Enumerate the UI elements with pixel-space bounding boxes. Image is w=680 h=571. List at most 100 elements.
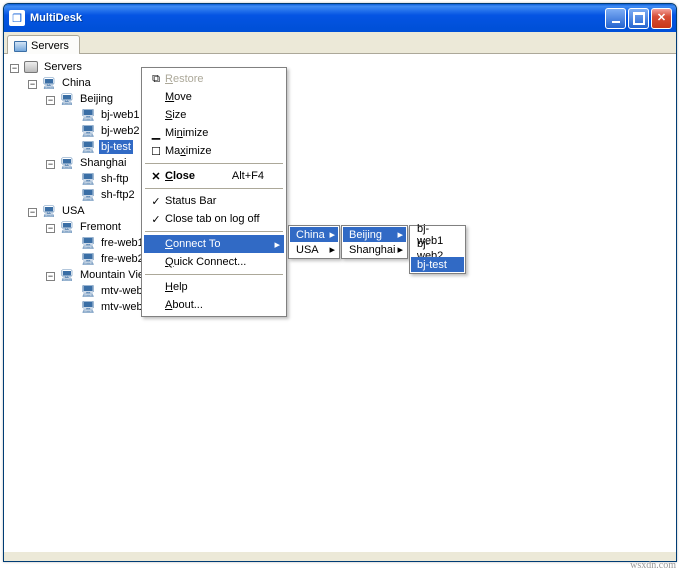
group-icon [59, 91, 75, 107]
menu-help[interactable]: Help [144, 278, 284, 296]
tree-label: Fremont [78, 220, 123, 234]
menu-status-bar[interactable]: ✓Status Bar [144, 192, 284, 210]
client-area: − Servers − China − Beijing bj-web1 bj-w… [4, 54, 676, 551]
tree-city[interactable]: − Shanghai [8, 155, 154, 171]
host-icon [80, 187, 96, 203]
tree-label: fre-web2 [99, 252, 146, 266]
collapse-icon[interactable]: − [10, 64, 19, 73]
tree-label: sh-ftp [99, 172, 131, 186]
menu-about[interactable]: About... [144, 296, 284, 314]
menu-minimize[interactable]: ▁Minimize [144, 124, 284, 142]
tree-label: bj-web1 [99, 108, 142, 122]
app-icon [9, 10, 25, 26]
submenu-arrow-icon: ▸ [397, 228, 403, 241]
host-icon [80, 123, 96, 139]
menu-connect-to[interactable]: Connect To▸ [144, 235, 284, 253]
submenu-item[interactable]: USA▸ [290, 242, 338, 257]
menu-size[interactable]: Size [144, 106, 284, 124]
maximize-icon: ☐ [147, 145, 165, 158]
host-icon [80, 139, 96, 155]
tree-city[interactable]: − Beijing [8, 91, 154, 107]
submenu-arrow-icon: ▸ [329, 243, 335, 256]
tree-host[interactable]: bj-web2 [8, 123, 154, 139]
minimize-icon: ▁ [147, 127, 165, 140]
tab-servers[interactable]: Servers [7, 35, 80, 54]
tree-country[interactable]: − China [8, 75, 154, 91]
hotkey: Alt+F4 [232, 170, 264, 182]
submenu-item[interactable]: bj-web2 [411, 242, 464, 257]
submenu-item[interactable]: Shanghai▸ [343, 242, 406, 257]
restore-icon: ⧉ [147, 73, 165, 86]
tree-host[interactable]: fre-web2 [8, 251, 154, 267]
bottom-border [4, 551, 676, 561]
maximize-button[interactable] [628, 8, 649, 29]
host-icon [80, 235, 96, 251]
submenu-host: bj-web1 bj-web2 bj-test [409, 225, 466, 274]
check-icon: ✓ [147, 213, 165, 226]
menu-move[interactable]: Move [144, 88, 284, 106]
tree-label: fre-web1 [99, 236, 146, 250]
window-buttons [605, 8, 672, 29]
submenu-city: Beijing▸ Shanghai▸ [341, 225, 408, 259]
menu-separator [145, 274, 283, 275]
group-icon [59, 155, 75, 171]
collapse-icon[interactable]: − [46, 160, 55, 169]
titlebar[interactable]: MultiDesk [4, 4, 676, 32]
tree-city[interactable]: − Fremont [8, 219, 154, 235]
tree-host[interactable]: bj-test [8, 139, 154, 155]
tree-host[interactable]: sh-ftp [8, 171, 154, 187]
close-button[interactable] [651, 8, 672, 29]
host-icon [80, 251, 96, 267]
menu-maximize[interactable]: ☐Maximize [144, 142, 284, 160]
collapse-icon[interactable]: − [46, 272, 55, 281]
app-window: MultiDesk Servers − Servers − China [3, 3, 677, 562]
menu-quick-connect[interactable]: Quick Connect... [144, 253, 284, 271]
submenu-arrow-icon: ▸ [397, 243, 403, 256]
menu-separator [145, 188, 283, 189]
tree-country[interactable]: − USA [8, 203, 154, 219]
context-menu: ⧉Restore Move Size ▁Minimize ☐Maximize ✕… [141, 67, 287, 317]
tree-label: Shanghai [78, 156, 129, 170]
close-icon: ✕ [147, 170, 165, 183]
collapse-icon[interactable]: − [46, 224, 55, 233]
menu-restore[interactable]: ⧉Restore [144, 70, 284, 88]
submenu-arrow-icon: ▸ [274, 238, 280, 251]
minimize-button[interactable] [605, 8, 626, 29]
host-icon [80, 107, 96, 123]
tree-root-label: Servers [42, 60, 84, 74]
servers-icon [14, 41, 27, 52]
tree-city[interactable]: − Mountain View [8, 267, 154, 283]
submenu-arrow-icon: ▸ [329, 228, 335, 241]
menu-close-tab-logoff[interactable]: ✓Close tab on log off [144, 210, 284, 228]
servers-root-icon [23, 59, 39, 75]
tree-label-selected: bj-test [99, 140, 133, 154]
group-icon [59, 267, 75, 283]
collapse-icon[interactable]: − [28, 80, 37, 89]
server-tree[interactable]: − Servers − China − Beijing bj-web1 bj-w… [8, 59, 154, 315]
tree-root[interactable]: − Servers [8, 59, 154, 75]
tree-label: China [60, 76, 93, 90]
group-icon [41, 75, 57, 91]
menu-separator [145, 163, 283, 164]
submenu-item[interactable]: China▸ [290, 227, 338, 242]
tree-host[interactable]: bj-web1 [8, 107, 154, 123]
check-icon: ✓ [147, 195, 165, 208]
collapse-icon[interactable]: − [46, 96, 55, 105]
host-icon [80, 283, 96, 299]
tree-host[interactable]: mtv-web2 [8, 299, 154, 315]
tree-host[interactable]: fre-web1 [8, 235, 154, 251]
host-icon [80, 171, 96, 187]
tree-host[interactable]: sh-ftp2 [8, 187, 154, 203]
tree-label: sh-ftp2 [99, 188, 137, 202]
tree-label: USA [60, 204, 87, 218]
tree-label: bj-web2 [99, 124, 142, 138]
submenu-item[interactable]: Beijing▸ [343, 227, 406, 242]
group-icon [41, 203, 57, 219]
menu-separator [145, 231, 283, 232]
menu-close[interactable]: ✕CloseAlt+F4 [144, 167, 284, 185]
tree-host[interactable]: mtv-web1 [8, 283, 154, 299]
tab-label: Servers [31, 40, 69, 52]
tab-bar: Servers [4, 32, 676, 54]
collapse-icon[interactable]: − [28, 208, 37, 217]
submenu-item[interactable]: bj-test [411, 257, 464, 272]
